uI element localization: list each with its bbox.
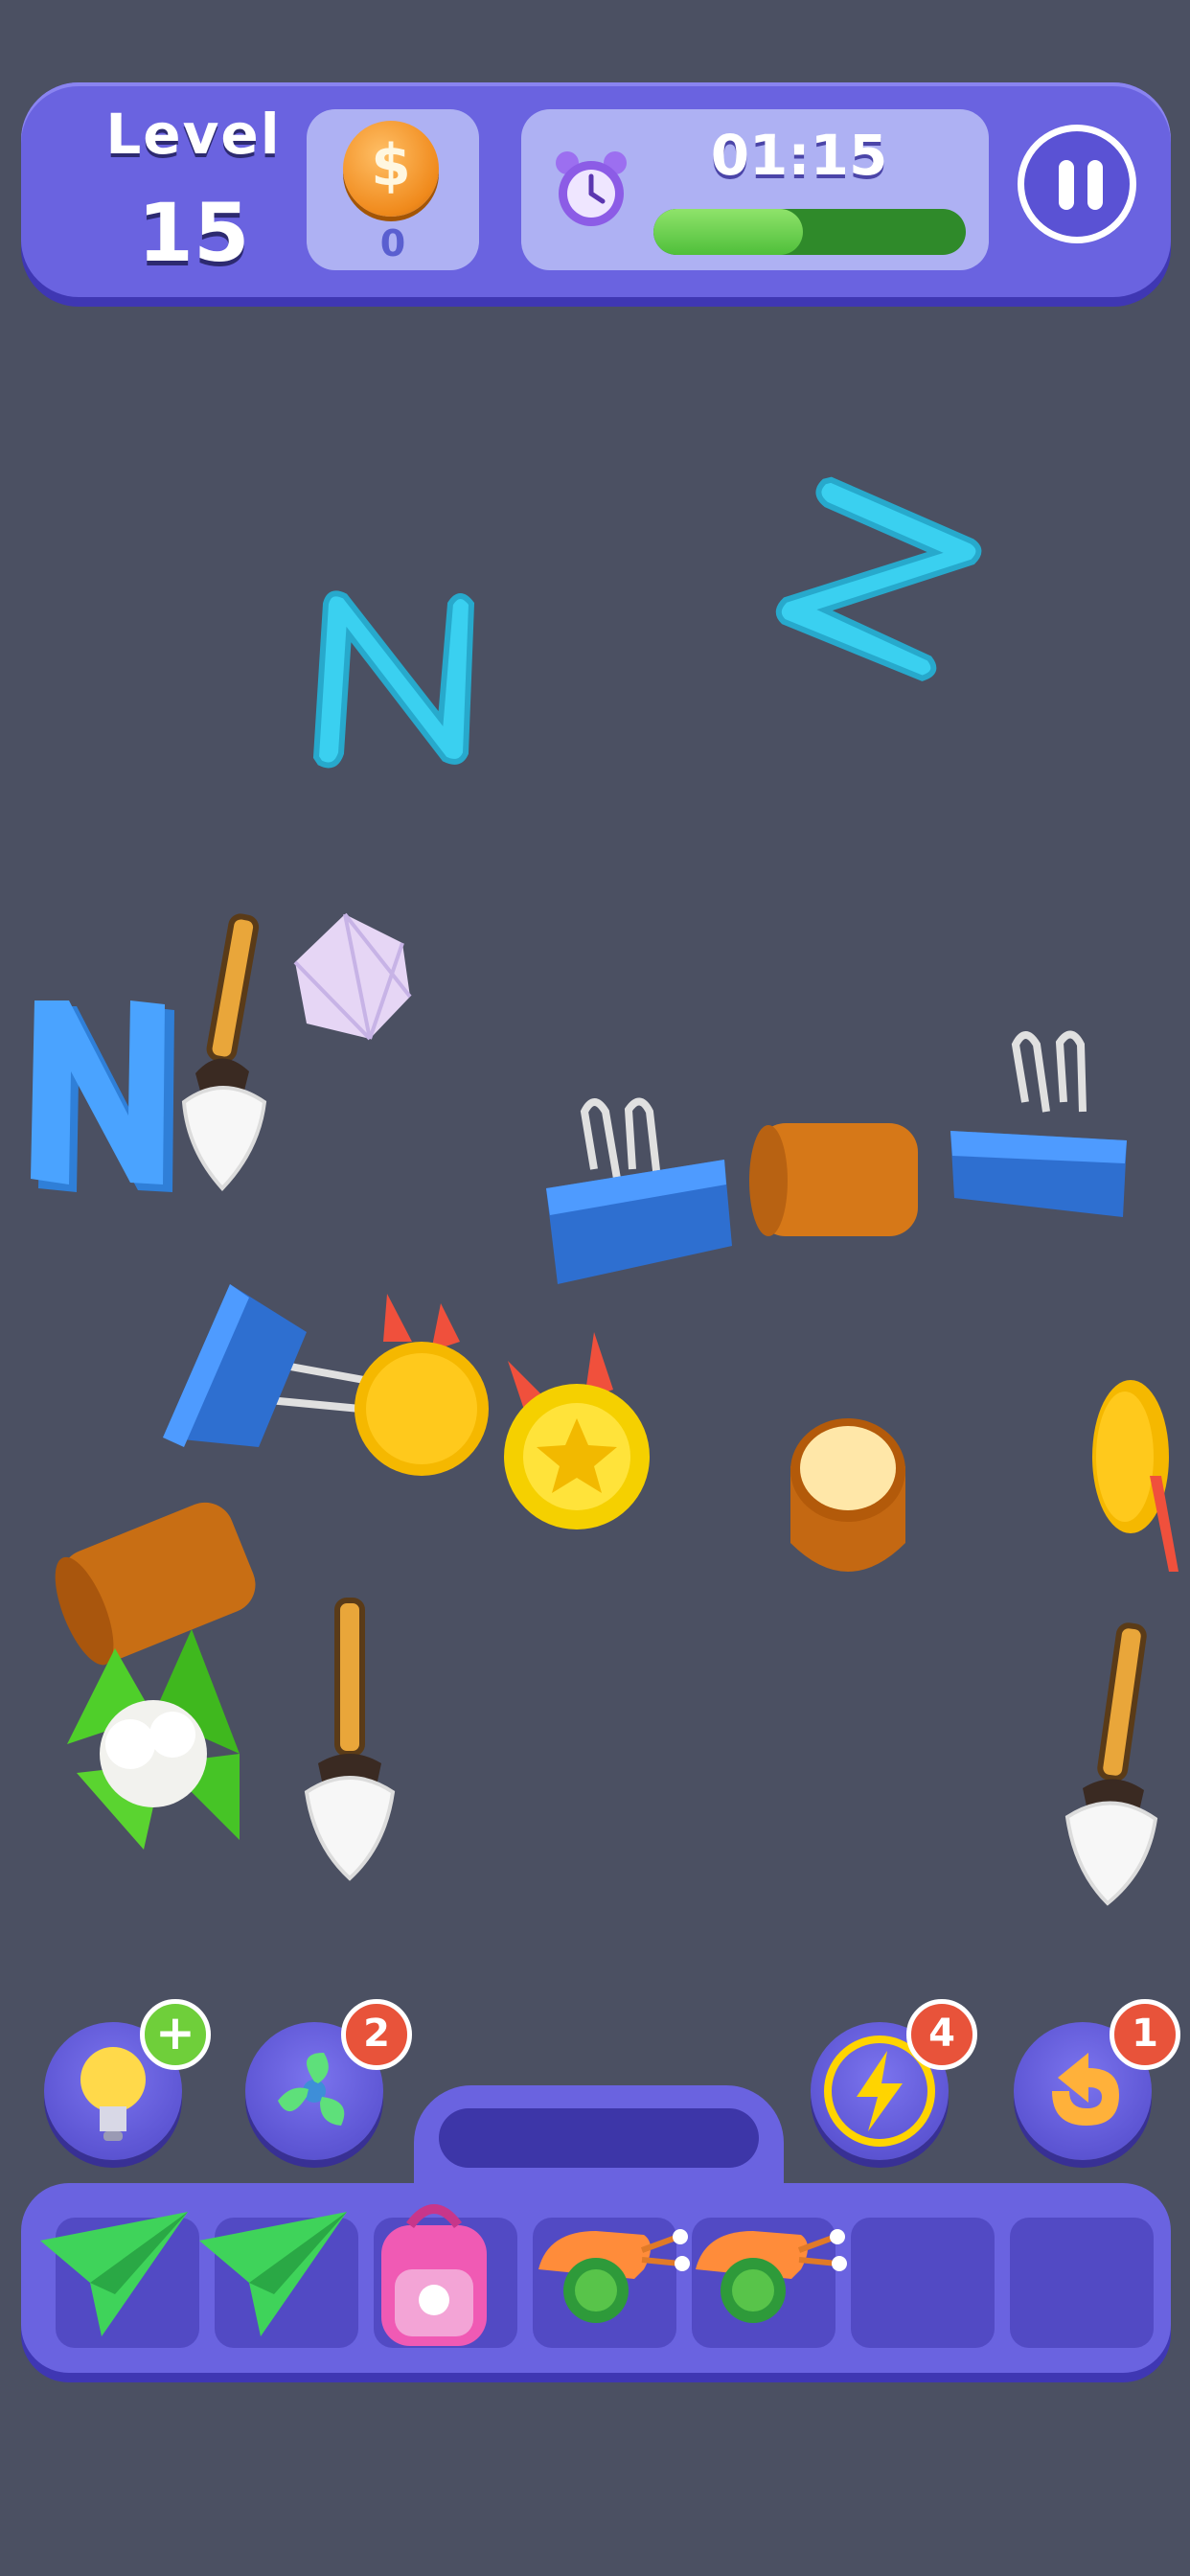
paintbrush-item[interactable] [297,1591,402,1888]
fan-button[interactable]: 2 [245,1999,412,2160]
paintbrush-item[interactable] [172,910,278,1198]
tray-slot [1010,2218,1154,2348]
gold-medal-item[interactable] [1073,1361,1190,1581]
letter-n-item[interactable] [297,575,489,776]
paper-plane-item[interactable] [34,2202,197,2346]
tree-stump-item[interactable] [781,1409,915,1581]
letter-n-rotated-item[interactable] [754,455,1009,704]
hint-bulb-button[interactable]: + [44,1999,211,2160]
lightning-button[interactable]: 4 [811,1999,977,2160]
binder-clip-item[interactable] [537,1092,738,1303]
fan-icon [278,2053,345,2126]
snail-item[interactable] [529,2212,692,2336]
collection-tray [21,2183,1171,2373]
binder-clip-item[interactable] [144,1255,374,1466]
tray-slot [851,2218,995,2348]
undo-button[interactable]: 1 [1014,1999,1180,2160]
snail-item[interactable] [686,2212,849,2336]
lightbulb-icon [80,2047,146,2141]
gold-medal-item[interactable] [489,1322,661,1543]
letter-n-3d-item[interactable] [21,987,184,1208]
backpack-item[interactable] [362,2193,506,2356]
gold-medal-item[interactable] [345,1284,498,1495]
gem-item[interactable] [278,905,422,1048]
lightning-count-badge: 4 [906,1999,977,2070]
fan-count-badge: 2 [341,1999,412,2070]
binder-clip-item[interactable] [939,1025,1140,1236]
paper-plane-item[interactable] [194,2202,356,2346]
wood-log-item[interactable] [738,1112,929,1246]
hint-add-badge[interactable]: + [140,1999,211,2070]
tray-tab-slot [439,2108,759,2168]
undo-count-badge: 1 [1110,1999,1180,2070]
cauliflower-item[interactable] [48,1610,259,1859]
paintbrush-item[interactable] [1054,1620,1169,1907]
